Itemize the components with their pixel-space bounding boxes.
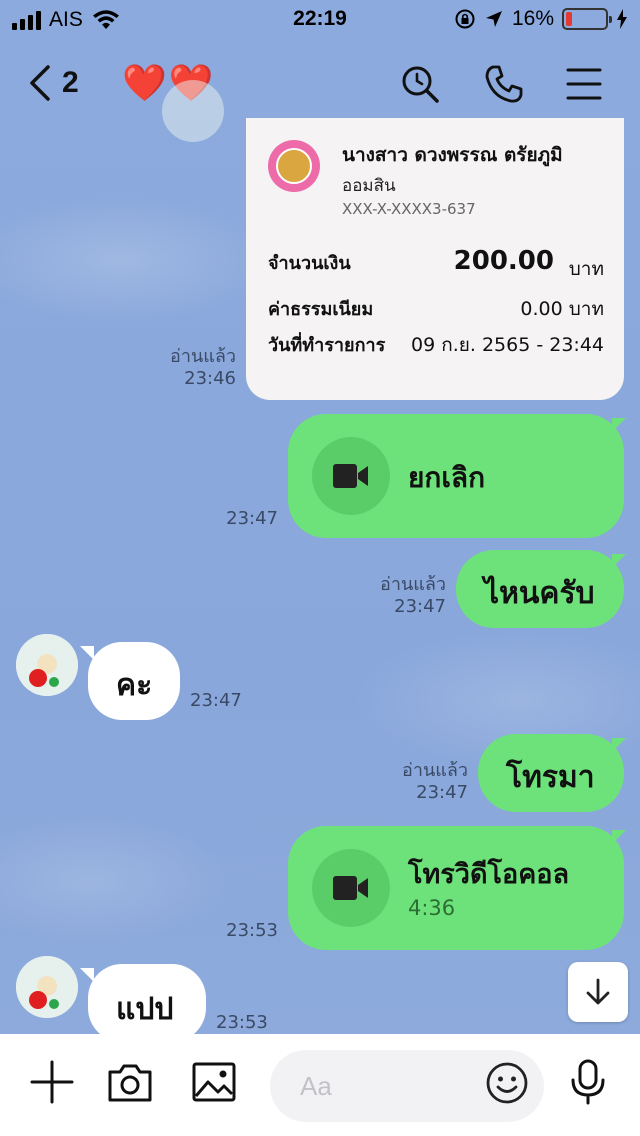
- transfer-slip-card[interactable]: นางสาว ดวงพรรณ ตรัยภูมิ ออมสิน XXX-X-XXX…: [246, 118, 624, 400]
- arrow-down-icon: [586, 978, 610, 1005]
- message-bubble[interactable]: แปป: [88, 964, 206, 1042]
- rotation-lock-icon: [455, 9, 475, 29]
- battery-percent: 16%: [511, 7, 554, 30]
- bank-logo: [268, 140, 320, 192]
- phone-icon[interactable]: [484, 64, 524, 104]
- video-camera-icon: [333, 876, 368, 900]
- battery-icon: [562, 8, 612, 30]
- message-text: ไหนครับ: [484, 576, 595, 611]
- emoji-icon[interactable]: [484, 1060, 530, 1106]
- message-text: โทรมา: [506, 760, 595, 795]
- video-call-bubble[interactable]: โทรวิดีโอคอล 4:36: [288, 826, 624, 950]
- menu-icon[interactable]: [564, 64, 604, 104]
- video-call-bubble[interactable]: ยกเลิก: [288, 414, 624, 538]
- back-button[interactable]: 2: [28, 64, 79, 102]
- message-time: 23:47: [226, 508, 278, 529]
- avatar[interactable]: [16, 634, 78, 696]
- chevron-left-icon: [30, 65, 50, 101]
- message-bubble[interactable]: โทรมา: [478, 734, 624, 812]
- location-icon: [485, 11, 502, 27]
- recipient-name: นางสาว ดวงพรรณ ตรัยภูมิ: [342, 144, 563, 166]
- avatar[interactable]: [16, 956, 78, 1018]
- recipient-account: XXX-X-XXXX3-637: [342, 200, 476, 218]
- message-time: 23:53: [216, 1012, 268, 1033]
- camera-icon[interactable]: [106, 1058, 154, 1106]
- video-camera-icon: [333, 464, 368, 488]
- avatar-image: [16, 634, 78, 696]
- read-receipt: อ่านแล้ว 23:46: [170, 346, 236, 389]
- fee-label: ค่าธรรมเนียม: [268, 299, 374, 320]
- status-bar: AIS 22:19 16%: [0, 0, 640, 40]
- image-icon[interactable]: [190, 1058, 238, 1106]
- search-icon[interactable]: [400, 64, 440, 104]
- recipient-bank: ออมสิน: [342, 176, 396, 196]
- amount-unit: บาท: [568, 258, 604, 280]
- message-text: ยกเลิก: [408, 461, 486, 494]
- amount-value: 200.00: [453, 246, 554, 276]
- bubble-tail: [612, 830, 626, 844]
- fee-value: 0.00 บาท: [520, 298, 604, 320]
- bubble-tail: [80, 968, 94, 982]
- call-duration: 4:36: [408, 896, 456, 920]
- unread-count: 2: [62, 66, 79, 99]
- amount-label: จำนวนเงิน: [268, 253, 351, 274]
- plus-icon[interactable]: [28, 1058, 76, 1106]
- message-time: 23:53: [226, 920, 278, 941]
- read-receipt: อ่านแล้ว 23:47: [402, 760, 468, 803]
- bubble-tail: [80, 646, 94, 660]
- message-bubble[interactable]: คะ: [88, 642, 180, 720]
- date-value: 09 ก.ย. 2565 - 23:44: [410, 334, 604, 356]
- message-bubble[interactable]: ไหนครับ: [456, 550, 624, 628]
- bubble-tail: [612, 418, 626, 432]
- bubble-tail: [612, 554, 626, 568]
- message-text: คะ: [116, 668, 153, 703]
- microphone-icon[interactable]: [564, 1058, 612, 1106]
- avatar[interactable]: [162, 80, 224, 142]
- message-time: 23:47: [190, 690, 242, 711]
- date-label: วันที่ทำรายการ: [268, 335, 386, 356]
- message-text: โทรวิดีโอคอล: [408, 859, 570, 890]
- scroll-to-bottom-button[interactable]: [568, 962, 628, 1022]
- charging-icon: [617, 9, 627, 29]
- bubble-tail: [612, 738, 626, 752]
- chat-header: 2 ❤️❤️: [0, 52, 640, 116]
- avatar-image: [16, 956, 78, 1018]
- message-composer: [0, 1034, 640, 1136]
- message-text: แปป: [116, 992, 174, 1027]
- read-receipt: อ่านแล้ว 23:47: [380, 574, 446, 617]
